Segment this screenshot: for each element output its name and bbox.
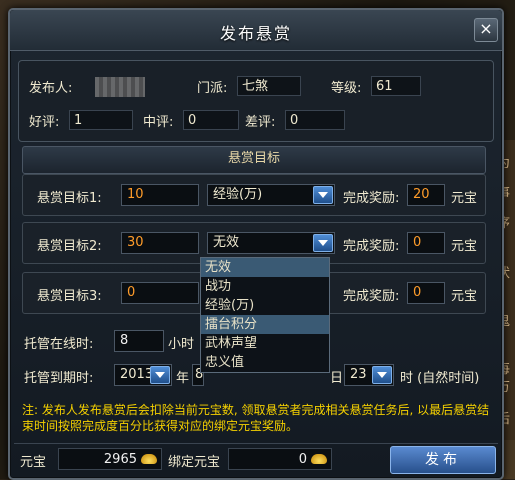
target-label: 悬赏目标3: bbox=[37, 289, 102, 304]
reward-label: 完成奖励: bbox=[343, 191, 400, 206]
dropdown-option[interactable]: 无效 bbox=[201, 258, 329, 277]
footer-bar: 元宝 2965 绑定元宝 0 发布 bbox=[14, 443, 498, 474]
dropdown-arrow-icon[interactable] bbox=[372, 366, 392, 384]
reward-input[interactable]: 0 bbox=[407, 282, 445, 304]
sect-value: 七煞 bbox=[237, 76, 301, 96]
hour-unit: 时 (自然时间) bbox=[400, 371, 480, 386]
yuanbao-balance: 2965 bbox=[58, 448, 162, 470]
bound-yuanbao-balance: 0 bbox=[228, 448, 332, 470]
dropdown-option[interactable]: 忠义值 bbox=[201, 353, 329, 372]
target-label: 悬赏目标2: bbox=[37, 239, 102, 254]
dropdown-option[interactable]: 武林声望 bbox=[201, 334, 329, 353]
level-value: 61 bbox=[371, 76, 421, 96]
bad-review-value: 0 bbox=[285, 110, 345, 130]
target-type-select[interactable]: 经验(万) bbox=[207, 184, 335, 206]
target-label: 悬赏目标1: bbox=[37, 191, 102, 206]
year-value: 2013 bbox=[120, 367, 154, 382]
bound-yuanbao-label: 绑定元宝 bbox=[168, 455, 221, 470]
hours-unit: 小时 bbox=[168, 337, 195, 352]
publisher-name-redacted bbox=[95, 77, 145, 97]
bounty-target-row: 悬赏目标1: 10 经验(万) 完成奖励: 20 元宝 bbox=[22, 174, 486, 216]
level-label: 等级: bbox=[331, 81, 362, 96]
day-unit: 日 bbox=[330, 371, 344, 386]
bound-yuanbao-value: 0 bbox=[298, 452, 307, 467]
target-amount-input[interactable]: 30 bbox=[121, 232, 199, 254]
reward-input[interactable]: 0 bbox=[407, 232, 445, 254]
reward-input[interactable]: 20 bbox=[407, 184, 445, 206]
ingot-icon bbox=[141, 454, 157, 464]
mid-review-value: 0 bbox=[183, 110, 239, 130]
online-hours-input[interactable]: 8 bbox=[114, 330, 164, 352]
target-amount-input[interactable]: 0 bbox=[121, 282, 199, 304]
sect-label: 门派: bbox=[197, 81, 228, 96]
hour-select[interactable]: 23 bbox=[344, 364, 394, 386]
reward-label: 完成奖励: bbox=[343, 239, 400, 254]
publisher-info-panel: 发布人: 门派: 七煞 等级: 61 好评: 1 中评: 0 差评: 0 bbox=[18, 60, 494, 142]
publish-button[interactable]: 发布 bbox=[390, 446, 496, 474]
dropdown-arrow-icon[interactable] bbox=[313, 186, 333, 204]
hour-value: 23 bbox=[350, 367, 367, 382]
yuanbao-label: 元宝 bbox=[20, 455, 47, 470]
close-icon[interactable]: × bbox=[474, 18, 498, 42]
year-select[interactable]: 2013 bbox=[114, 364, 172, 386]
reward-label: 完成奖励: bbox=[343, 289, 400, 304]
dropdown-arrow-icon[interactable] bbox=[150, 366, 170, 384]
dropdown-option[interactable]: 擂台积分 bbox=[201, 315, 329, 334]
bounty-targets-header: 悬赏目标 bbox=[22, 146, 486, 174]
yuanbao-unit: 元宝 bbox=[451, 289, 478, 304]
ingot-icon bbox=[311, 454, 327, 464]
good-review-label: 好评: bbox=[29, 115, 60, 130]
bounty-notice: 注: 发布人发布悬赏后会扣除当前元宝数, 领取悬赏者完成相关悬赏任务后, 以最后… bbox=[22, 403, 490, 433]
dialog-title: 发布悬赏 bbox=[219, 24, 292, 43]
dialog-titlebar: 发布悬赏 × bbox=[10, 10, 502, 51]
target-amount-input[interactable]: 10 bbox=[121, 184, 199, 206]
yuanbao-unit: 元宝 bbox=[451, 239, 478, 254]
dropdown-option[interactable]: 战功 bbox=[201, 277, 329, 296]
expire-label: 托管到期时: bbox=[24, 371, 94, 386]
good-review-value: 1 bbox=[69, 110, 133, 130]
target-type-select[interactable]: 无效 bbox=[207, 232, 335, 254]
target-type-value: 经验(万) bbox=[213, 187, 263, 202]
yuanbao-unit: 元宝 bbox=[451, 191, 478, 206]
publisher-label: 发布人: bbox=[29, 81, 73, 96]
dropdown-arrow-icon[interactable] bbox=[313, 234, 333, 252]
yuanbao-value: 2965 bbox=[103, 452, 137, 467]
dropdown-option[interactable]: 经验(万) bbox=[201, 296, 329, 315]
target-type-value: 无效 bbox=[213, 235, 240, 250]
online-hosting-label: 托管在线时: bbox=[24, 337, 94, 352]
publish-bounty-dialog: 发布悬赏 × 发布人: 门派: 七煞 等级: 61 好评: 1 中评: 0 差评… bbox=[8, 8, 504, 480]
year-unit: 年 bbox=[176, 371, 190, 386]
mid-review-label: 中评: bbox=[143, 115, 174, 130]
bad-review-label: 差评: bbox=[245, 115, 276, 130]
target-type-dropdown-list: 无效 战功 经验(万) 擂台积分 武林声望 忠义值 bbox=[200, 257, 330, 373]
